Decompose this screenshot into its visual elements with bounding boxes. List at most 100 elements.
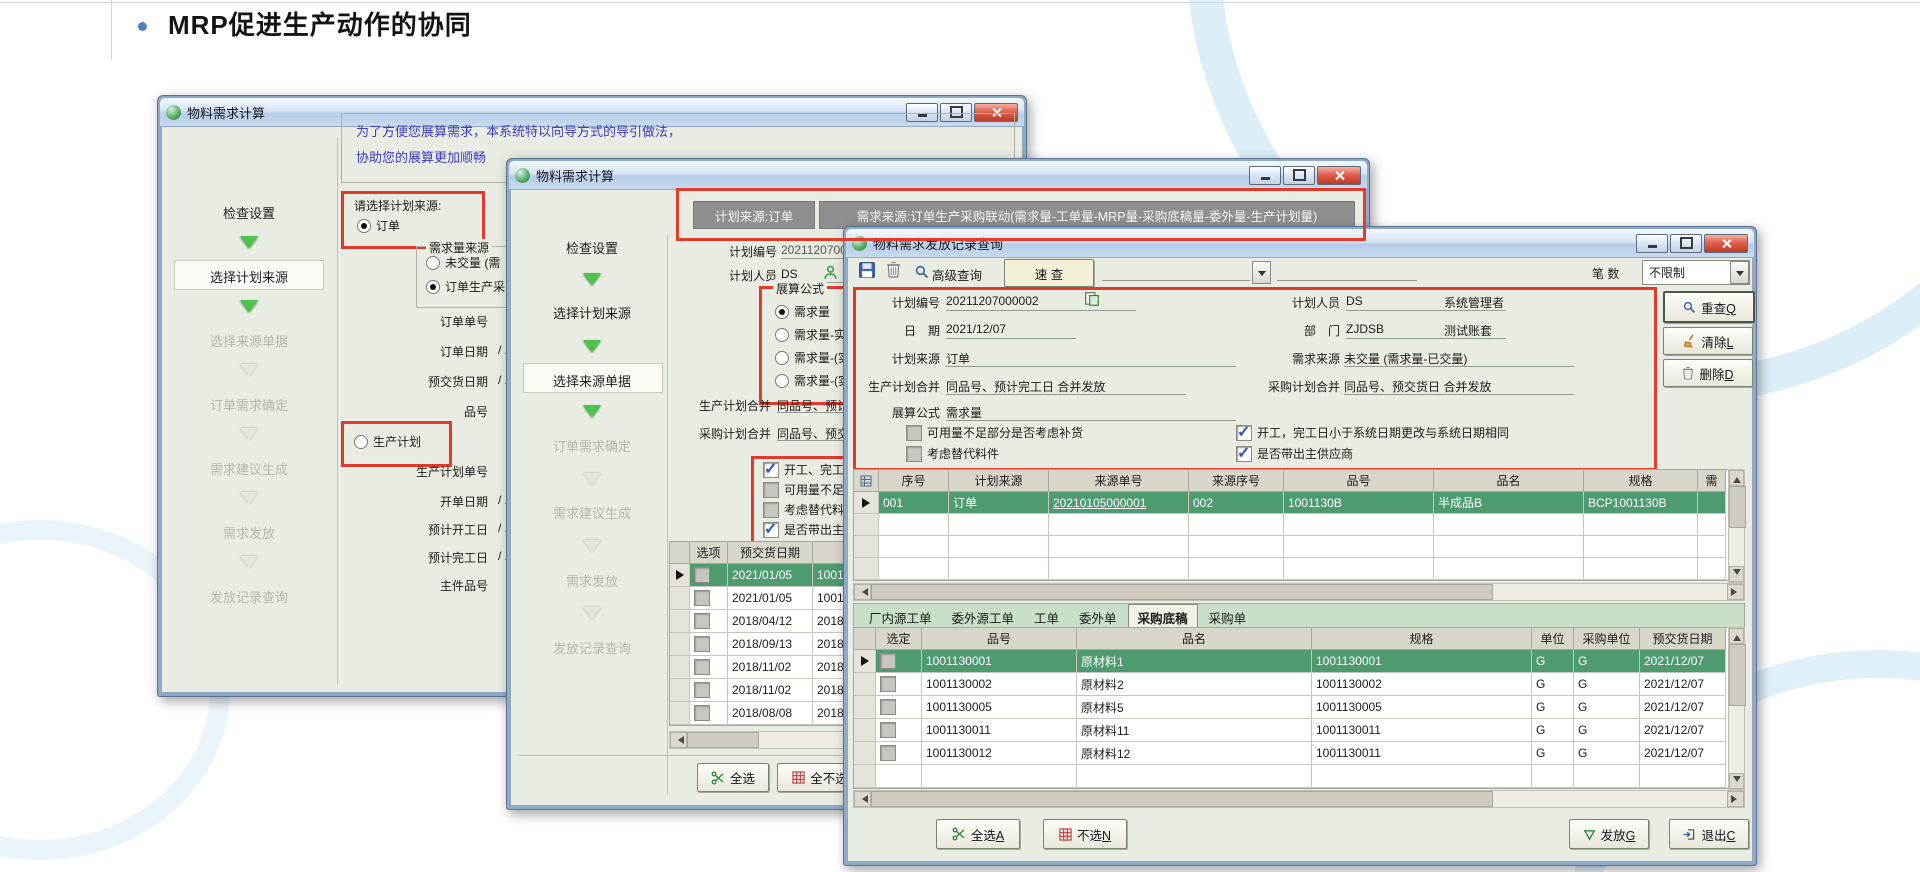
col-header-name[interactable]: 品名 [1434,470,1584,492]
cell-item[interactable]: 1001130002 [922,673,1077,696]
scroll-left-button[interactable] [854,584,871,600]
sidebar-step-release[interactable]: 需求发放 [170,523,328,542]
cell-source-seq[interactable]: 002 [1189,492,1284,514]
col-header-name[interactable]: 品名 [1077,628,1312,650]
cell-spec[interactable]: 1001130005 [1312,696,1532,719]
cell-name[interactable]: 原材料2 [1077,673,1312,696]
cell-spec[interactable]: BCP1001130B [1584,492,1698,514]
scroll-up-button[interactable] [1729,628,1744,644]
cell-name[interactable]: 原材料1 [1077,650,1312,673]
cell-date[interactable]: 2018/09/13 [728,633,813,656]
row-selector[interactable] [670,633,690,656]
checkbox-sysdate[interactable]: 开工，完工日小于系统日期更改与系统日期相同 [1236,424,1509,441]
col-header-select[interactable]: 选项 [690,542,728,564]
select-none-button[interactable]: 不选N [1043,819,1127,849]
row-selector[interactable] [670,656,690,679]
copy-doc-icon[interactable] [1084,291,1100,307]
col-header-selected[interactable]: 选定 [876,628,922,650]
cell-date[interactable]: 2018/11/02 [728,656,813,679]
col-header-item[interactable]: 品号 [922,628,1077,650]
cell-unit[interactable]: G [1532,719,1574,742]
row-checkbox-cell[interactable] [690,587,728,610]
cell-name[interactable]: 半成品B [1434,492,1584,514]
checkbox-shortage[interactable]: 可用量不足部分是否考虑补货 [906,424,1083,441]
col-header-source-no[interactable]: 来源单号 [1049,470,1189,492]
cell-date[interactable]: 2018/04/12 [728,610,813,633]
cell-spec[interactable]: 1001130011 [1312,742,1532,765]
cell-item[interactable]: 1001130012 [922,742,1077,765]
sidebar-step-release-query[interactable]: 发放记录查询 [519,638,665,657]
row-selector[interactable] [670,679,690,702]
scroll-right-button[interactable] [1727,791,1744,807]
col-header-spec[interactable]: 规格 [1584,470,1698,492]
cell-due-date[interactable]: 2021/12/07 [1640,696,1726,719]
radio-order[interactable]: 订单 [357,217,400,234]
row-selector[interactable] [854,696,876,719]
radio-order-prod-qty[interactable]: 订单生产采 [426,278,505,295]
sidebar-step-release[interactable]: 需求发放 [519,571,665,590]
col-header-plan-source[interactable]: 计划来源 [949,470,1049,492]
cell-name[interactable]: 原材料5 [1077,696,1312,719]
cell-seq[interactable]: 001 [879,492,949,514]
col-header-demand-partial[interactable]: 需 [1698,470,1726,492]
scroll-right-button[interactable] [1727,584,1744,600]
col-header-date[interactable]: 预交货日期 [728,542,813,564]
sidebar-step-order-demand[interactable]: 订单需求确定 [519,436,665,455]
select-all-button[interactable]: 全选 [697,763,769,792]
cell-due-date[interactable]: 2021/12/07 [1640,650,1726,673]
cell-unit[interactable]: G [1532,742,1574,765]
cell-item[interactable]: 1001130B [1284,492,1434,514]
horizontal-scrollbar[interactable] [853,583,1745,601]
source-order-link[interactable]: 20210105000001 [1053,496,1146,510]
row-checkbox-cell[interactable] [690,679,728,702]
col-header-purchase-unit[interactable]: 采购单位 [1574,628,1640,650]
sidebar-step-select-source-doc[interactable]: 选择来源单据 [170,331,328,350]
query-value-input[interactable] [1277,265,1417,281]
release-button[interactable]: 发放G [1569,819,1649,849]
row-checkbox-cell[interactable] [876,673,922,696]
row-selector[interactable] [854,719,876,742]
sidebar-step-order-demand[interactable]: 订单需求确定 [170,395,328,414]
scroll-thumb[interactable] [871,791,1493,807]
sidebar-step-release-query[interactable]: 发放记录查询 [170,587,328,606]
row-checkbox-cell[interactable] [876,696,922,719]
clear-button[interactable]: 清除L [1663,327,1753,355]
col-header-source-seq[interactable]: 来源序号 [1189,470,1284,492]
exit-button[interactable]: 退出C [1669,819,1749,849]
cell-name[interactable]: 原材料12 [1077,742,1312,765]
row-checkbox-cell[interactable] [690,564,728,587]
row-selector[interactable] [854,492,879,514]
sidebar-step-select-plan-source[interactable]: 选择计划来源 [170,267,328,286]
row-count-select[interactable]: 不限制 [1642,260,1750,285]
delete-record-button[interactable] [886,261,901,278]
row-checkbox-cell[interactable] [876,742,922,765]
row-selector[interactable] [670,564,690,587]
cell-date[interactable]: 2021/01/05 [728,564,813,587]
cell-due-date[interactable]: 2021/12/07 [1640,673,1726,696]
query-field-dropdown[interactable] [1252,261,1271,284]
cell-date[interactable]: 2021/01/05 [728,587,813,610]
col-header-spec[interactable]: 规格 [1312,628,1532,650]
scroll-up-button[interactable] [1729,470,1744,486]
close-button[interactable] [1317,166,1361,185]
quick-query-input[interactable] [1102,265,1250,281]
titlebar[interactable]: 物料需求计算 [509,161,1367,189]
row-selector[interactable] [854,650,876,673]
checkbox-supplier[interactable]: 是否带出主供应商 [1236,445,1353,462]
row-selector[interactable] [670,610,690,633]
col-header-unit[interactable]: 单位 [1532,628,1574,650]
row-checkbox-cell[interactable] [690,633,728,656]
close-button[interactable] [1704,234,1748,253]
horizontal-scrollbar[interactable] [853,790,1745,808]
vertical-scrollbar[interactable] [1728,469,1745,583]
cell-due-date[interactable]: 2021/12/07 [1640,742,1726,765]
row-selector[interactable] [670,587,690,610]
row-selector[interactable] [854,742,876,765]
scroll-left-button[interactable] [854,791,871,807]
row-checkbox-cell[interactable] [690,656,728,679]
scroll-thumb[interactable] [687,732,759,748]
row-selector[interactable] [670,702,690,725]
cell-demand[interactable] [1698,492,1726,514]
cell-spec[interactable]: 1001130001 [1312,650,1532,673]
checkbox-substitute[interactable]: 考虑替代料件 [906,445,999,462]
